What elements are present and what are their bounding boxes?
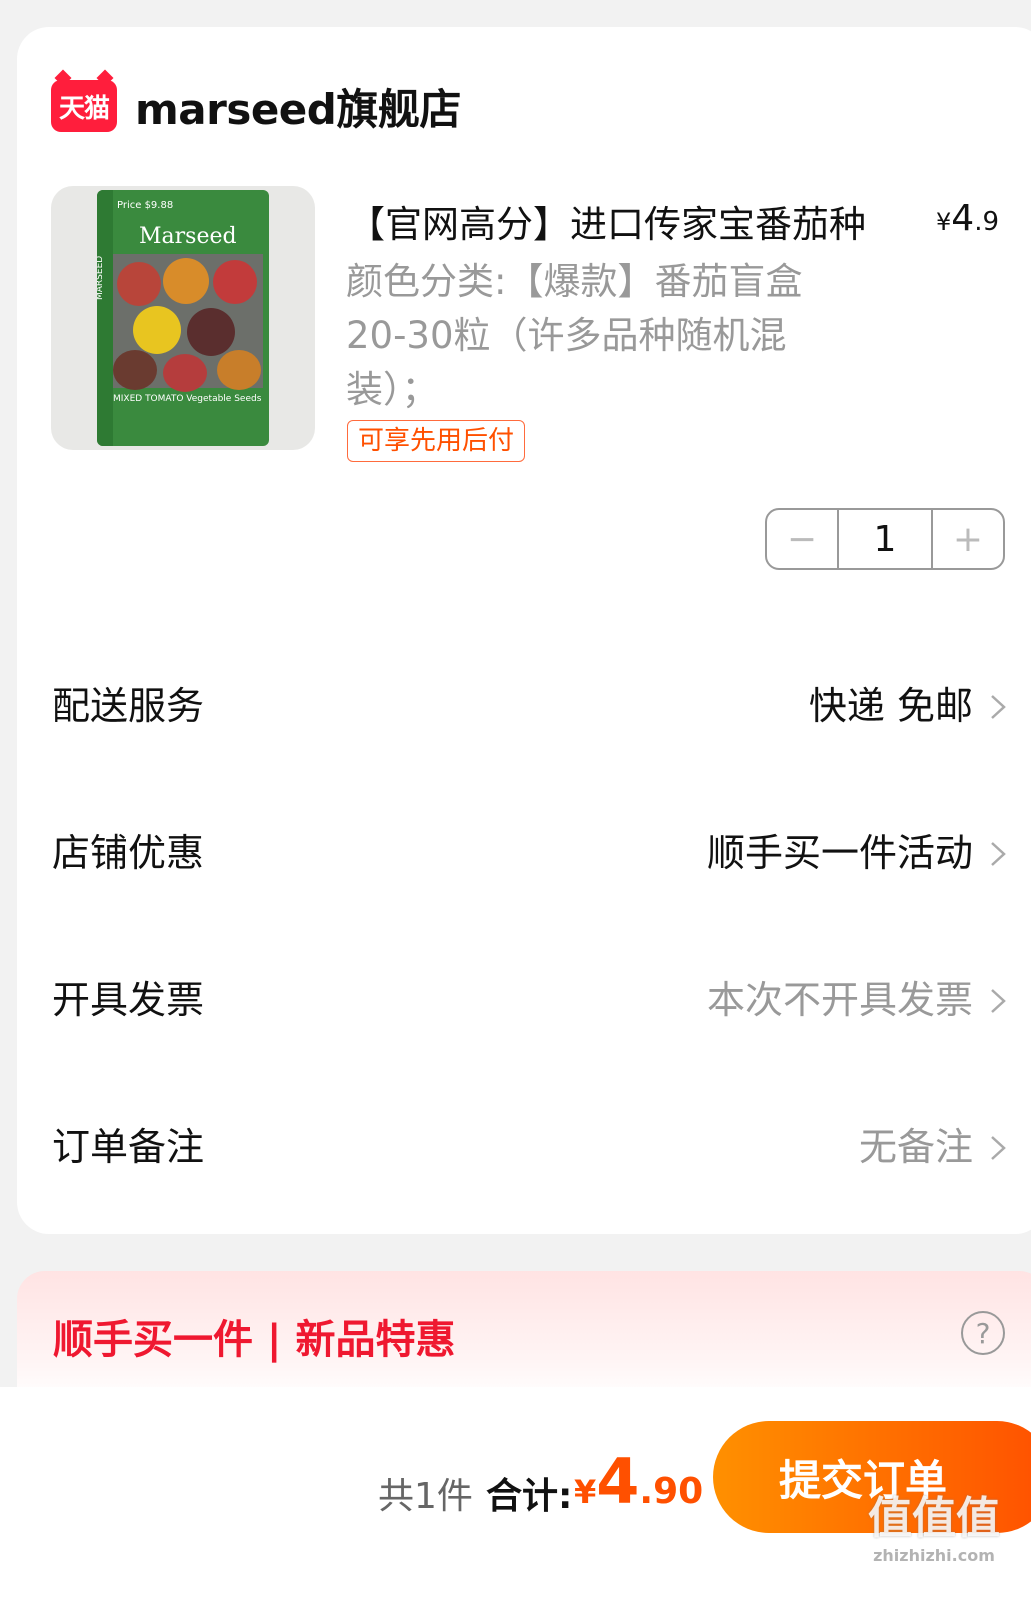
pack-side-text: MARSEED (97, 255, 105, 300)
product-sku[interactable]: 颜色分类:【爆款】番茄盲盒20-30粒（许多品种随机混装）； (346, 255, 846, 417)
invoice-value: 本次不开具发票 (706, 978, 973, 1022)
invoice-row[interactable]: 开具发票 本次不开具发票 (52, 970, 1007, 1030)
total-integer: 4 (596, 1445, 640, 1518)
price-integer: 4 (951, 198, 975, 239)
watermark-sub: zhizhizhi.com (873, 1546, 995, 1565)
note-row[interactable]: 订单备注 无备注 (52, 1117, 1007, 1177)
shop-name[interactable]: marseed旗舰店 (135, 76, 461, 137)
chevron-right-icon (991, 842, 1006, 866)
delivery-label: 配送服务 (52, 684, 205, 728)
pack-price-tag: Price $9.88 (117, 200, 174, 211)
seed-pack-illustration: Marseed Price $9.88 MARSEED MIXED TOMATO… (97, 190, 269, 446)
quantity-input[interactable]: 1 (837, 510, 933, 568)
bnpl-badge: 可享先用后付 (347, 420, 526, 462)
promo-banner: 顺手买一件 | 新品特惠 ? (17, 1271, 1031, 1401)
item-count: 共1件 (378, 1476, 473, 1517)
product-image[interactable]: Marseed Price $9.88 MARSEED MIXED TOMATO… (51, 186, 315, 450)
discount-value: 顺手买一件活动 (706, 831, 973, 875)
product-price: ¥4.9 (936, 198, 999, 239)
total-label: 合计: (486, 1476, 573, 1517)
total-price: ¥4.90 (574, 1445, 703, 1518)
discount-row[interactable]: 店铺优惠 顺手买一件活动 (52, 823, 1007, 883)
pack-brand: Marseed (139, 224, 237, 249)
invoice-label: 开具发票 (52, 978, 205, 1022)
help-icon[interactable]: ? (961, 1311, 1005, 1355)
shop-header[interactable]: 天猫 marseed旗舰店 (51, 78, 461, 134)
total-decimal: .90 (639, 1471, 704, 1512)
product-title[interactable]: 【官网高分】进口传家宝番茄种 (348, 194, 866, 248)
price-decimal: .9 (974, 207, 999, 237)
promo-title: 顺手买一件 | 新品特惠 (53, 1317, 456, 1363)
tmall-logo: 天猫 (51, 80, 117, 132)
pack-label: MIXED TOMATO Vegetable Seeds (113, 394, 262, 404)
delivery-row[interactable]: 配送服务 快递 免邮 (52, 676, 1007, 736)
chevron-right-icon (991, 989, 1006, 1013)
watermark: 值值值 zhizhizhi.com (864, 1482, 1004, 1592)
quantity-stepper: − 1 + (765, 508, 1005, 570)
discount-label: 店铺优惠 (52, 831, 205, 875)
watermark-main: 值值值 (868, 1493, 1000, 1544)
delivery-value: 快递 免邮 (808, 684, 973, 728)
note-value: 无备注 (858, 1125, 973, 1169)
note-label: 订单备注 (52, 1125, 205, 1169)
total-symbol: ¥ (574, 1473, 597, 1511)
plus-button[interactable]: + (933, 510, 1003, 568)
price-symbol: ¥ (936, 208, 952, 236)
chevron-right-icon (991, 695, 1006, 719)
chevron-right-icon (991, 1136, 1006, 1160)
minus-button[interactable]: − (767, 510, 837, 568)
